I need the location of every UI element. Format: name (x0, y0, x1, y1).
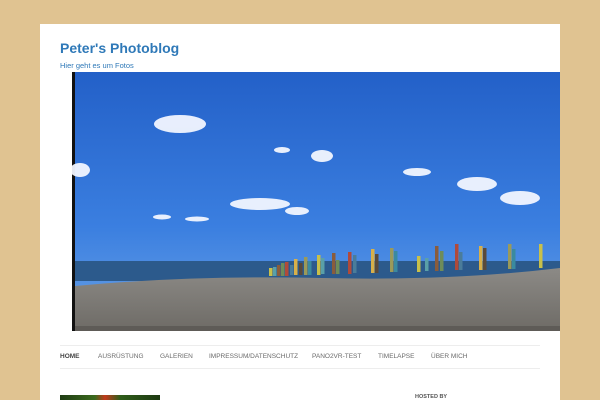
nav-item-home[interactable]: Home (60, 353, 80, 360)
page-container: Peter's Photoblog Hier geht es um Fotos (40, 24, 560, 400)
pole-shape (539, 244, 543, 268)
pole-shape (321, 258, 325, 274)
pole-shape (332, 253, 336, 274)
pole-shape (371, 249, 375, 273)
pole-shape (277, 265, 281, 276)
pole-shape (459, 252, 463, 270)
site-title[interactable]: Peter's Photoblog (60, 40, 179, 56)
main-navigation: Home Ausrüstung Galerien Impressum/Daten… (60, 345, 540, 369)
pole-shape (299, 263, 303, 275)
pole-shape (508, 244, 512, 269)
pole-shape (336, 260, 340, 274)
pole-shape (417, 256, 421, 272)
nav-item-ueber-mich[interactable]: Über mich (431, 353, 467, 360)
nav-item-galerien[interactable]: Galerien (160, 353, 193, 360)
pole-shape (479, 246, 483, 270)
pole-shape (348, 252, 352, 274)
pole-shape (317, 255, 321, 275)
pole-shape (269, 268, 273, 276)
site-description: Hier geht es um Fotos (60, 61, 134, 70)
pole-shape (290, 265, 294, 275)
pole-shape (294, 259, 298, 275)
pole-shape (285, 262, 289, 276)
pole-shape (304, 257, 308, 275)
pole-shape (394, 251, 398, 272)
pole-shape (353, 255, 357, 273)
nav-item-ausruestung[interactable]: Ausrüstung (98, 353, 144, 360)
pole-shape (440, 251, 444, 271)
nav-item-impressum-datenschutz[interactable]: Impressum/Datenschutz (209, 353, 298, 360)
post-thumbnail[interactable] (60, 395, 160, 400)
pole-shape (375, 254, 379, 273)
pole-shape (281, 263, 285, 276)
pole-shape (512, 249, 516, 269)
pole-shape (390, 248, 394, 272)
pole-shape (425, 258, 429, 271)
pole-shape (308, 261, 312, 275)
sidebar-heading-hosted-by: HOSTED BY (415, 394, 448, 400)
pole-shape (483, 248, 487, 270)
pole-shape (435, 246, 439, 271)
nav-item-timelapse[interactable]: Timelapse (378, 353, 414, 360)
pole-shape (455, 244, 459, 270)
nav-item-pano2vr-test[interactable]: Pano2VR-Test (312, 353, 361, 360)
pole-shape (273, 267, 277, 276)
header-image (72, 72, 560, 331)
